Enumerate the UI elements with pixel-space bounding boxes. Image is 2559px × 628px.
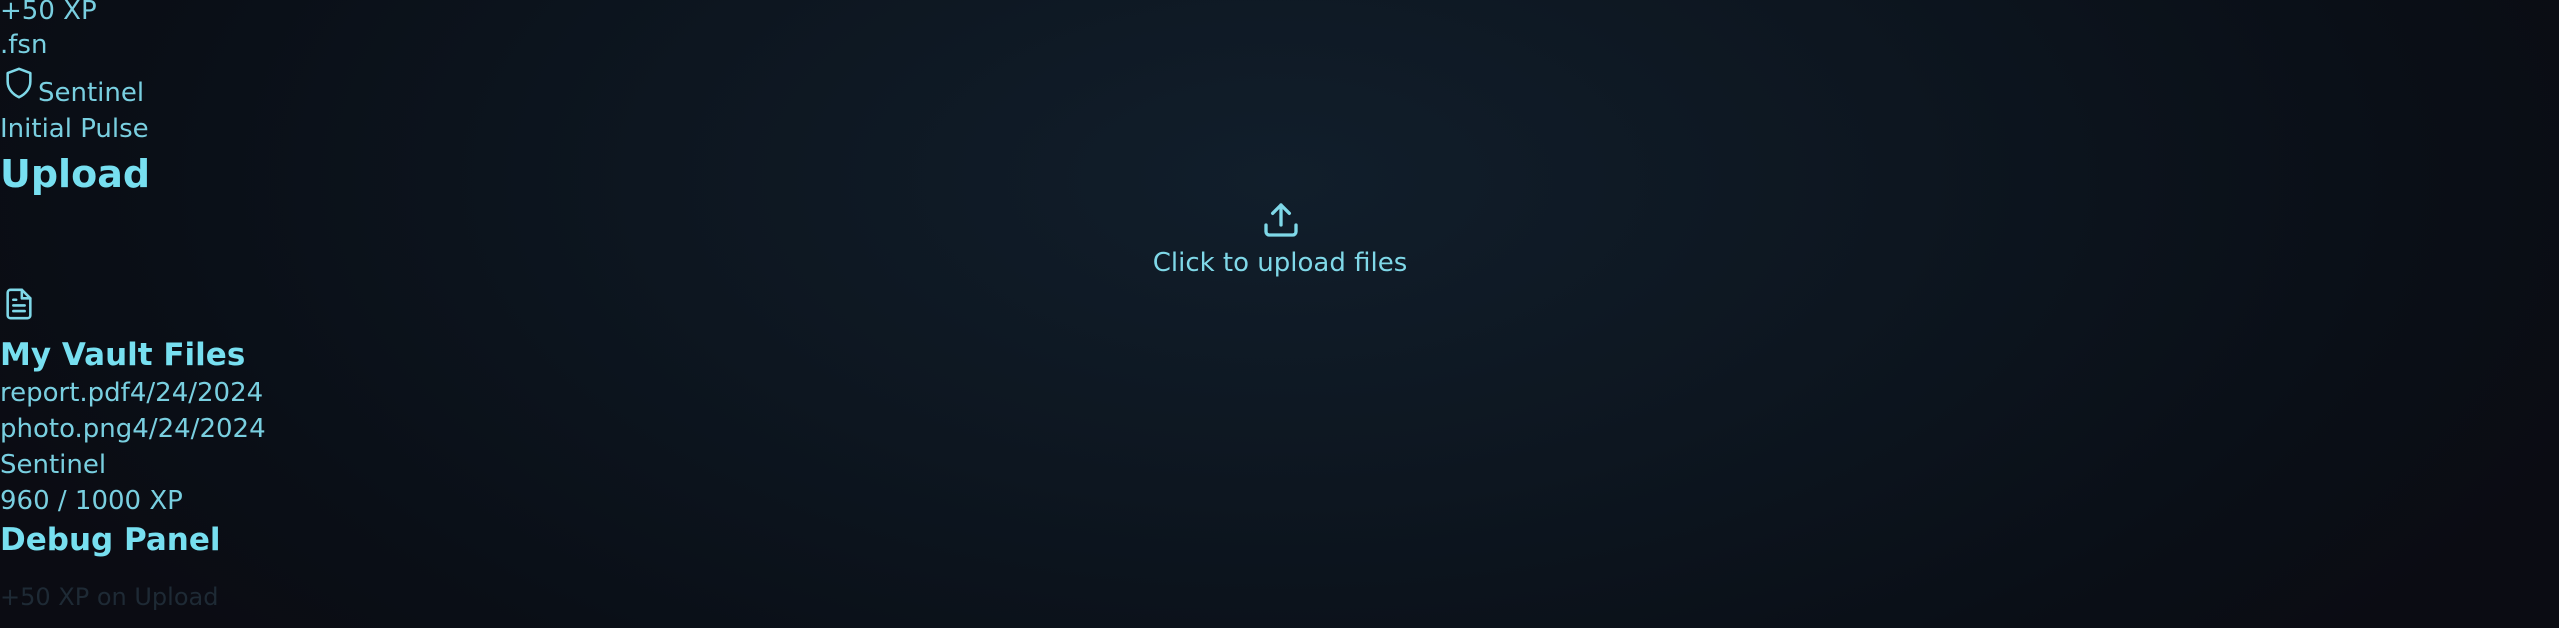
xp-progress-text: 960 / 1000 XP bbox=[0, 486, 183, 516]
upload-dropzone[interactable]: Click to upload files bbox=[1140, 196, 1420, 286]
xp-gain-text: +50 XP bbox=[0, 0, 97, 26]
debug-heading: Debug Panel bbox=[0, 522, 221, 558]
upload-heading: Upload bbox=[0, 152, 151, 196]
vault-heading: My Vault Files bbox=[0, 337, 246, 373]
file-date: 4/24/2024 bbox=[132, 414, 266, 444]
rank-label: Sentinel bbox=[38, 78, 145, 108]
file-extension-text: .fsn bbox=[0, 30, 48, 60]
file-name: photo.png bbox=[0, 414, 133, 444]
shield-icon bbox=[6, 67, 32, 99]
upload-label: Click to upload files bbox=[1152, 248, 1408, 278]
file-text-icon bbox=[6, 288, 32, 320]
pulse-label: Initial Pulse bbox=[0, 114, 149, 144]
list-item[interactable]: report.pdf4/24/2024 bbox=[0, 376, 263, 410]
file-date: 4/24/2024 bbox=[129, 378, 264, 408]
upload-icon bbox=[1264, 203, 1298, 237]
debug-xp-button[interactable]: +50 XP on Upload bbox=[0, 580, 218, 614]
list-item[interactable]: photo.png4/24/2024 bbox=[0, 412, 266, 446]
file-name: report.pdf bbox=[0, 378, 130, 408]
level-rank-label: Sentinel bbox=[0, 450, 107, 480]
